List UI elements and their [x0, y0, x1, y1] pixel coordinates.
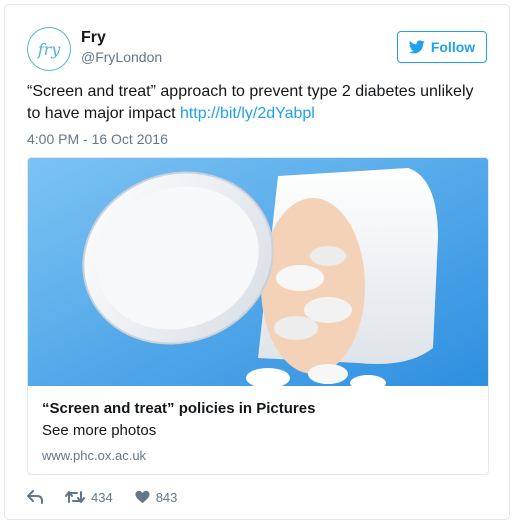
like-count: 843: [155, 489, 178, 505]
link-card[interactable]: “Screen and treat” policies in Pictures …: [27, 157, 489, 475]
card-image[interactable]: [28, 158, 488, 386]
card-title: “Screen and treat” policies in Pictures: [42, 400, 316, 417]
author-handle[interactable]: @FryLondon: [81, 49, 162, 65]
avatar[interactable]: fry: [27, 27, 71, 71]
tweet-text: “Screen and treat” approach to prevent t…: [27, 81, 489, 125]
tweet-timestamp[interactable]: 4:00 PM - 16 Oct 2016: [27, 131, 168, 147]
like-button[interactable]: 843: [135, 489, 178, 505]
tweet-card: fry Fry @FryLondon Follow “Screen and tr…: [4, 4, 510, 520]
author-name[interactable]: Fry: [81, 29, 106, 47]
tweet-link[interactable]: http://bit/ly/2dYabpl: [180, 105, 315, 122]
tweet-actions: 434 843: [27, 487, 177, 507]
avatar-text: fry: [37, 39, 61, 59]
reply-button[interactable]: [27, 490, 43, 504]
retweet-count: 434: [91, 489, 113, 505]
retweet-icon: [65, 491, 85, 503]
retweet-button[interactable]: 434: [65, 490, 113, 505]
bird-icon: [408, 40, 425, 54]
card-description: See more photos: [42, 422, 157, 439]
follow-label: Follow: [430, 39, 476, 55]
card-url: www.phc.ox.ac.uk: [42, 448, 147, 463]
reply-icon: [27, 490, 43, 504]
tweet-header: fry Fry @FryLondon Follow: [27, 27, 487, 71]
heart-icon: [135, 490, 150, 504]
follow-button[interactable]: Follow: [397, 31, 487, 63]
